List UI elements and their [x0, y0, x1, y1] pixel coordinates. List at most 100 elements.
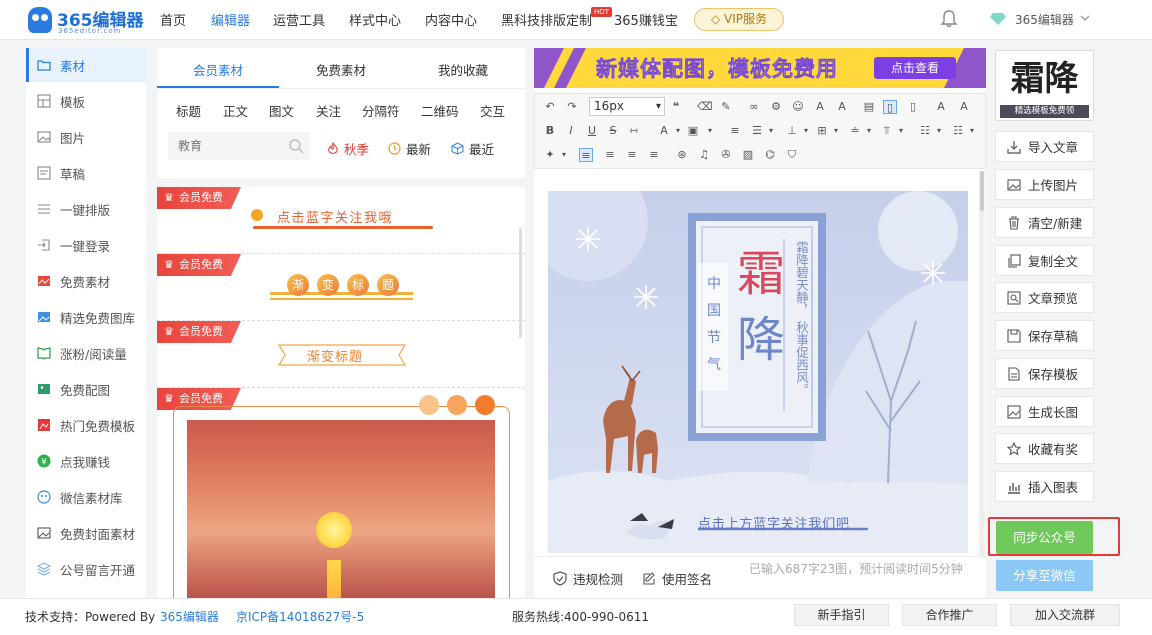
promo-banner[interactable]: 新媒体配图，模板免费用 点击查看 [534, 48, 986, 88]
category-qrcode[interactable]: 二维码 [421, 101, 459, 120]
sidebar-item-template[interactable]: 模板 [26, 84, 146, 118]
align-icon[interactable]: ≐ [848, 124, 862, 138]
map-icon[interactable]: ⌬ [763, 148, 777, 162]
material-card-follow[interactable]: 会员免费 点击蓝字关注我哦 [157, 187, 525, 254]
editor-canvas[interactable]: 中 国 节 气 霜 降 霜降碧天静， 秋事促西风。 点击上方蓝字关注我们吧 [548, 191, 968, 553]
music-icon[interactable]: ♫ [697, 148, 711, 162]
line-height-icon[interactable]: ≡ [728, 124, 742, 138]
tab-free-material[interactable]: 免费素材 [281, 60, 401, 79]
sidebar-item-image[interactable]: 图片 [26, 120, 146, 154]
indent-right-icon[interactable]: ▯ [906, 100, 920, 114]
violation-check-button[interactable]: 违规检测 [553, 569, 623, 588]
insert-chart-button[interactable]: 插入图表 [995, 471, 1094, 502]
magic-wand-icon[interactable]: ✦ [543, 148, 557, 162]
nav-content-center[interactable]: 内容中心 [425, 10, 477, 29]
chevron-down-icon[interactable]: ▾ [932, 124, 946, 138]
table-icon[interactable]: ⊞ [815, 124, 829, 138]
nav-home[interactable]: 首页 [160, 10, 186, 29]
material-card-sunset[interactable]: 会员免费 [157, 388, 525, 606]
font-size-select[interactable]: 16px [589, 97, 665, 116]
bullet-list-icon[interactable]: ☷ [918, 124, 932, 138]
cooperation-button[interactable]: 合作推广 [902, 604, 997, 626]
paste-icon[interactable]: ▤ [862, 100, 876, 114]
sidebar-item-material[interactable]: 素材 [26, 48, 146, 82]
chevron-down-icon[interactable]: ▾ [557, 148, 571, 162]
indent-left-icon[interactable]: ▯ [883, 100, 897, 114]
sidebar-item-one-click-login[interactable]: 一键登录 [26, 228, 146, 262]
chevron-down-icon[interactable]: ▾ [764, 124, 778, 138]
chevron-down-icon[interactable]: ▾ [671, 124, 685, 138]
chevron-down-icon[interactable]: ▾ [965, 124, 979, 138]
share-wechat-button[interactable]: 分享至微信 [996, 560, 1093, 591]
sidebar-item-one-click-layout[interactable]: 一键排版 [26, 192, 146, 226]
material-card-bracket-title[interactable]: 会员免费 渐变标题 [157, 321, 525, 388]
font-color-icon[interactable]: A [657, 124, 671, 138]
horizontal-rule-icon[interactable]: ⇿ [627, 124, 641, 138]
align-left-icon[interactable]: ≡ [579, 148, 593, 162]
sidebar-item-followers[interactable]: 涨粉/阅读量 [26, 336, 146, 370]
icp-link[interactable]: 京ICP备14018627号-5 [236, 608, 364, 625]
paragraph-spacing-icon[interactable]: ☰ [750, 124, 764, 138]
beginner-guide-button[interactable]: 新手指引 [794, 604, 889, 626]
article-preview-button[interactable]: 文章预览 [995, 282, 1094, 313]
banner-view-button[interactable]: 点击查看 [874, 57, 956, 79]
insert-picture-icon[interactable]: ▨ [741, 148, 755, 162]
sidebar-item-free-picture[interactable]: 免费配图 [26, 372, 146, 406]
emoji-icon[interactable]: ☺ [791, 100, 805, 114]
font-style-icon[interactable]: A [957, 100, 971, 114]
tab-member-material[interactable]: 会员素材 [158, 60, 278, 79]
font-decrease-icon[interactable]: A [835, 100, 849, 114]
video-icon[interactable]: ✇ [719, 148, 733, 162]
italic-icon[interactable]: I [564, 124, 578, 138]
category-image-text[interactable]: 图文 [269, 101, 294, 120]
category-interactive[interactable]: 交互 [480, 101, 505, 120]
insert-image-icon[interactable]: ⊛ [675, 148, 689, 162]
sidebar-item-cover[interactable]: 免费封面素材 [26, 516, 146, 550]
sidebar-item-free-material[interactable]: 免费素材 [26, 264, 146, 298]
undo-icon[interactable]: ↶ [543, 100, 557, 114]
letter-spacing-icon[interactable]: A [934, 100, 948, 114]
search-icon[interactable] [288, 138, 304, 154]
sidebar-item-comment-open[interactable]: 公号留言开通 [26, 552, 146, 586]
chevron-down-icon[interactable]: ▾ [829, 124, 843, 138]
strikethrough-icon[interactable]: S [606, 124, 620, 138]
quote-icon[interactable]: ❝ [669, 100, 683, 114]
clear-new-button[interactable]: 清空/新建 [995, 207, 1094, 238]
align-right-icon[interactable]: ≡ [625, 148, 639, 162]
nav-editor[interactable]: 编辑器 [211, 10, 250, 29]
template-thumbnail[interactable]: 霜降 精选模板免费领 [995, 50, 1094, 121]
nav-earn[interactable]: 365赚钱宝 [614, 10, 678, 29]
save-template-button[interactable]: 保存模板 [995, 358, 1094, 389]
editor-scrollbar[interactable] [979, 171, 985, 556]
filter-autumn[interactable]: 秋季 [327, 139, 369, 158]
align-justify-icon[interactable]: ≡ [647, 148, 661, 162]
nav-custom-layout[interactable]: 黑科技排版定制 [501, 10, 592, 29]
margin-icon[interactable]: ⊥ [785, 124, 799, 138]
underline-icon[interactable]: U [585, 124, 599, 138]
filter-newest[interactable]: 最新 [388, 139, 431, 158]
category-body[interactable]: 正文 [223, 101, 248, 120]
user-name[interactable]: 365编辑器 [1015, 11, 1074, 28]
category-title[interactable]: 标题 [176, 101, 201, 120]
format-brush-icon[interactable]: ✎ [719, 100, 733, 114]
import-article-button[interactable]: 导入文章 [995, 131, 1094, 162]
tab-my-favorites[interactable]: 我的收藏 [403, 60, 523, 79]
sidebar-item-draft[interactable]: 草稿 [26, 156, 146, 190]
favorite-reward-button[interactable]: 收藏有奖 [995, 433, 1094, 464]
chevron-down-icon[interactable] [1080, 14, 1090, 22]
upload-image-button[interactable]: 上传图片 [995, 169, 1094, 200]
vip-button[interactable]: ◇ VIP服务 [694, 8, 784, 31]
copy-all-button[interactable]: 复制全文 [995, 245, 1094, 276]
chevron-down-icon[interactable]: ▾ [799, 124, 813, 138]
category-separator[interactable]: 分隔符 [362, 101, 400, 120]
sidebar-item-wechat-library[interactable]: 微信素材库 [26, 480, 146, 514]
bold-icon[interactable]: B [543, 124, 557, 138]
eraser-icon[interactable]: ⌫ [697, 100, 713, 114]
category-follow[interactable]: 关注 [316, 101, 341, 120]
tech-support-link[interactable]: 365编辑器 [160, 608, 219, 625]
shield-icon[interactable]: ⛉ [785, 148, 799, 162]
valign-icon[interactable]: ⫪ [880, 124, 894, 138]
filter-recent[interactable]: 最近 [451, 139, 494, 158]
nav-style-center[interactable]: 样式中心 [349, 10, 401, 29]
sidebar-item-hot-template[interactable]: 热门免费模板 [26, 408, 146, 442]
